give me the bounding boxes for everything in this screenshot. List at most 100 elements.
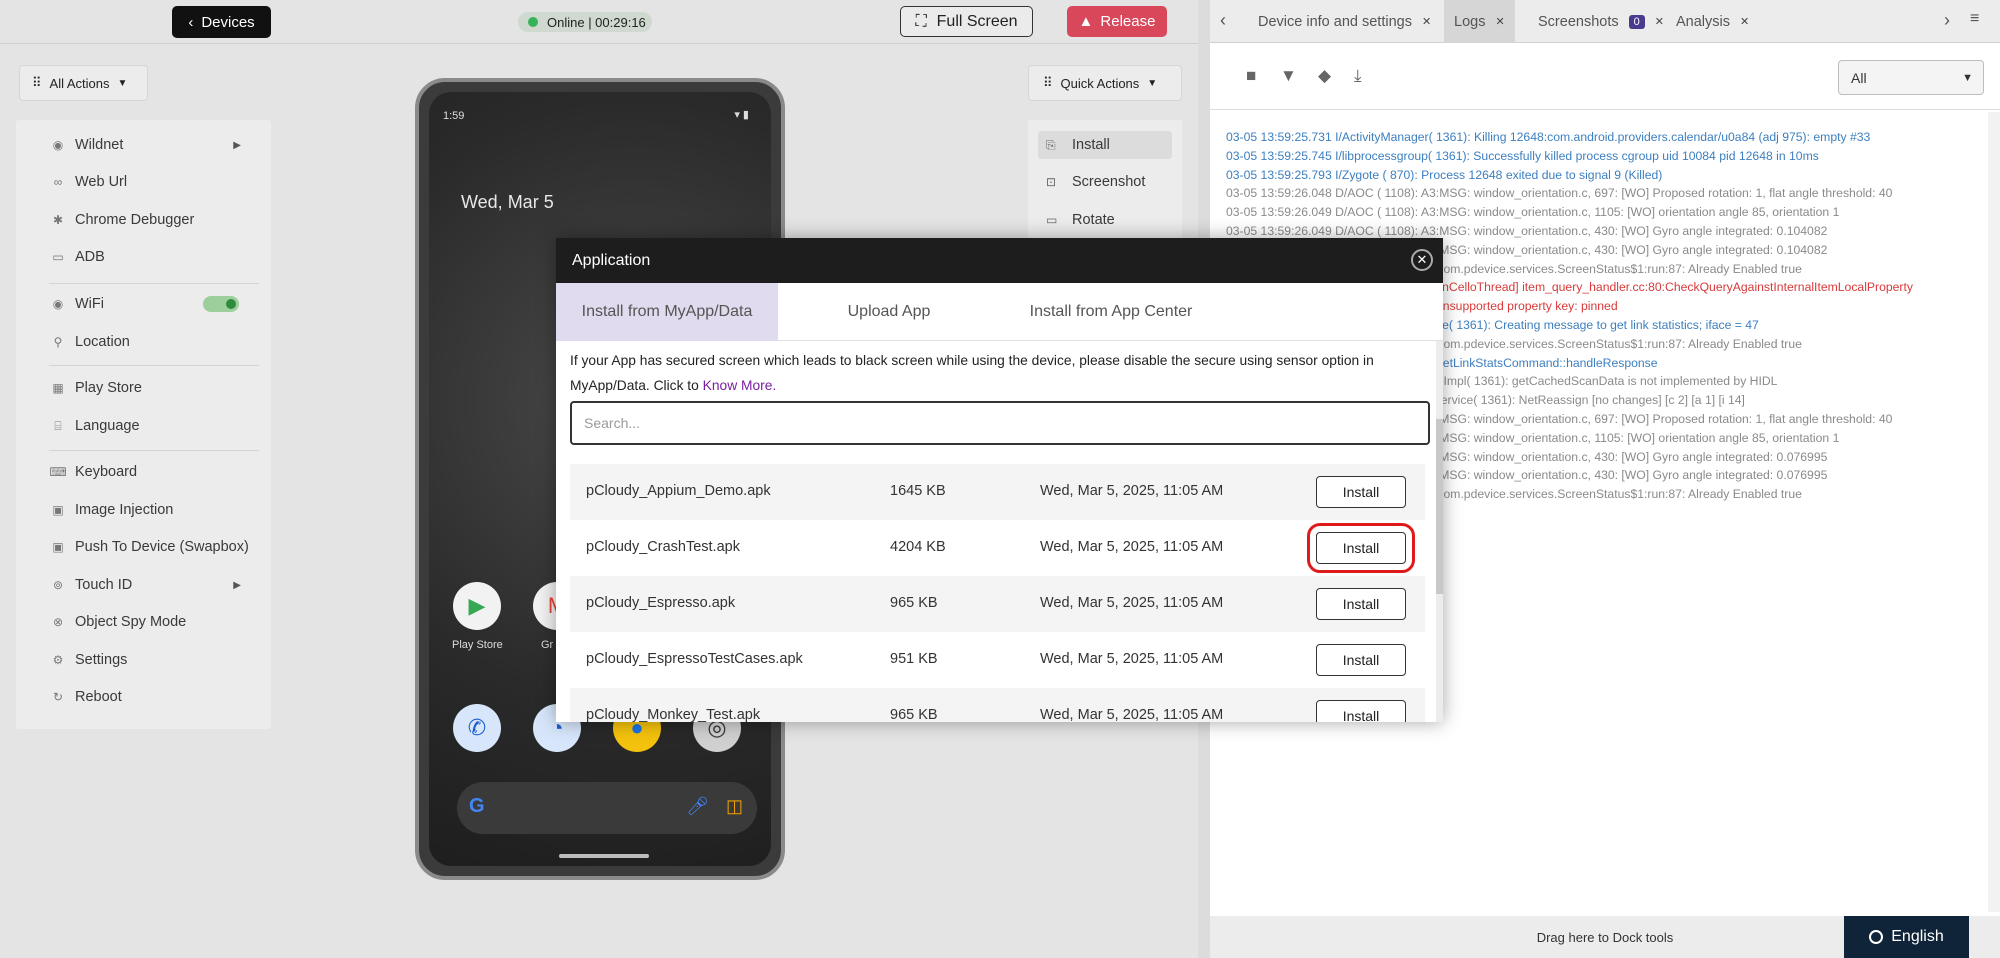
file-date: Wed, Mar 5, 2025, 11:05 AM	[1040, 483, 1224, 499]
clear-device-logs-icon[interactable]: ▼	[1280, 66, 1297, 86]
menu-icon[interactable]: ≡	[1970, 10, 1979, 28]
install-button[interactable]: Install	[1316, 700, 1406, 722]
file-size: 1645 KB	[890, 483, 946, 499]
quick-action-rotate[interactable]: ▭ Rotate	[1038, 206, 1172, 234]
quick-action-screenshot[interactable]: ⊡ Screenshot	[1038, 168, 1172, 196]
sidebar-item-web-url[interactable]: ∞ Web Url	[16, 168, 271, 196]
tab-device-info[interactable]: Device info and settings ✕	[1248, 0, 1441, 43]
sidebar-item-chrome-debugger[interactable]: ✱ Chrome Debugger	[16, 206, 271, 234]
actions-sidebar: ◉ Wildnet ▶ ∞ Web Url ✱ Chrome Debugger ▭ ADB…	[16, 120, 271, 729]
wifi-toggle[interactable]	[203, 296, 239, 312]
quick-actions-dropdown[interactable]: ⠿ Quick Actions ▼	[1028, 65, 1182, 101]
log-line: 03-05 13:59:26.049 D/AOC ( 1108): A3:MSG…	[1226, 205, 1840, 220]
sidebar-item-wifi[interactable]: ◉ WiFi	[16, 290, 271, 318]
app-label: Play Store	[452, 639, 503, 651]
sidebar-item-image-injection[interactable]: ▣ Image Injection	[16, 496, 271, 524]
close-icon[interactable]: ✕	[1740, 15, 1749, 28]
eraser-icon[interactable]: ◆	[1318, 66, 1331, 86]
phone-date: Wed, Mar 5	[461, 192, 554, 212]
close-icon[interactable]: ✕	[1655, 15, 1664, 28]
stop-icon[interactable]: ■	[1246, 66, 1256, 86]
modal-scrollbar[interactable]	[1436, 341, 1443, 722]
screenshot-icon: ⊡	[1046, 175, 1057, 189]
caret-down-icon: ▼	[117, 77, 128, 89]
google-search-bar[interactable]: G 🎤︎ ◫	[457, 782, 757, 834]
all-actions-dropdown[interactable]: ⠿ All Actions ▼	[19, 65, 148, 101]
fingerprint-icon: ⊚	[52, 578, 64, 592]
file-date: Wed, Mar 5, 2025, 11:05 AM	[1040, 651, 1224, 667]
sidebar-item-play-store[interactable]: ▦ Play Store	[16, 374, 271, 402]
sidebar-divider	[49, 450, 259, 451]
sidebar-item-wildnet[interactable]: ◉ Wildnet ▶	[16, 131, 271, 159]
download-icon[interactable]: ⤓	[1354, 66, 1362, 86]
tabs-scroll-left-icon[interactable]: ‹	[1220, 10, 1226, 31]
release-button[interactable]: ▲ Release	[1067, 6, 1167, 37]
language-circle-icon	[1869, 930, 1884, 944]
home-gesture-bar[interactable]	[559, 854, 649, 858]
sidebar-item-location[interactable]: ⚲ Location	[16, 328, 271, 356]
microphone-icon[interactable]: 🎤︎	[686, 796, 709, 817]
file-size: 951 KB	[890, 651, 938, 667]
sidebar-item-object-spy[interactable]: ⊗ Object Spy Mode	[16, 608, 271, 636]
google-icon: G	[469, 795, 485, 817]
language-button[interactable]: English	[1844, 916, 1969, 958]
full-screen-button[interactable]: ⛶ Full Screen	[900, 6, 1033, 37]
log-level-select[interactable]: All ▼	[1838, 60, 1984, 95]
file-date: Wed, Mar 5, 2025, 11:05 AM	[1040, 707, 1224, 722]
fullscreen-icon: ⛶	[915, 12, 927, 30]
chevron-down-icon: ▼	[1962, 71, 1973, 84]
tab-logs[interactable]: Logs ✕	[1444, 0, 1515, 43]
devices-button[interactable]: ‹ Devices	[172, 6, 271, 38]
sidebar-item-settings[interactable]: ⚙ Settings	[16, 646, 271, 674]
tab-install-from-app-center[interactable]: Install from App Center	[1000, 283, 1222, 341]
session-status-badge: Online | 00:29:16	[518, 12, 652, 32]
install-icon: ⎘	[1046, 137, 1056, 152]
app-search-input[interactable]	[570, 401, 1430, 445]
tab-screenshots[interactable]: Screenshots 0 ✕	[1528, 0, 1674, 43]
install-button[interactable]: Install	[1316, 476, 1406, 508]
file-name: pCloudy_Monkey_Test.apk	[586, 707, 761, 722]
online-dot-icon	[528, 17, 538, 27]
file-size: 965 KB	[890, 595, 938, 611]
reboot-icon: ↻	[52, 690, 64, 704]
tab-install-from-myapp[interactable]: Install from MyApp/Data	[556, 283, 778, 341]
grid-dots-icon: ⠿	[32, 75, 42, 90]
sidebar-item-touch-id[interactable]: ⊚ Touch ID ▶	[16, 571, 271, 599]
sidebar-item-adb[interactable]: ▭ ADB	[16, 243, 271, 271]
logs-toolbar: ■ ▼ ◆ ⤓ All ▼	[1210, 44, 2000, 110]
know-more-link[interactable]: Know More.	[703, 378, 777, 393]
tabs-scroll-right-icon[interactable]: ›	[1944, 10, 1950, 31]
quick-action-install[interactable]: ⎘ Install	[1038, 131, 1172, 159]
sidebar-item-language[interactable]: ⌸ Language	[16, 412, 271, 440]
sidebar-divider	[49, 283, 259, 284]
battery-wifi-icon: ▾ ▮	[734, 109, 749, 121]
file-date: Wed, Mar 5, 2025, 11:05 AM	[1040, 595, 1224, 611]
application-modal: Application ✕ Install from MyApp/Data Up…	[556, 238, 1443, 722]
close-icon[interactable]: ✕	[1422, 15, 1431, 28]
table-row: pCloudy_EspressoTestCases.apk 951 KB Wed…	[570, 632, 1425, 688]
install-button[interactable]: Install	[1316, 588, 1406, 620]
table-row: pCloudy_Appium_Demo.apk 1645 KB Wed, Mar…	[570, 464, 1425, 520]
grid-icon: ▦	[52, 381, 64, 395]
play-store-icon[interactable]: ▶	[453, 582, 501, 630]
file-name: pCloudy_EspressoTestCases.apk	[586, 651, 803, 667]
sidebar-divider	[49, 365, 259, 366]
table-row: pCloudy_Monkey_Test.apk 965 KB Wed, Mar …	[570, 688, 1425, 722]
tab-analysis[interactable]: Analysis ✕	[1666, 0, 1759, 43]
lens-icon[interactable]: ◫	[726, 796, 743, 817]
log-line: 03-05 13:59:25.745 I/libprocessgroup( 13…	[1226, 148, 1819, 163]
tab-upload-app[interactable]: Upload App	[778, 283, 1000, 341]
install-button-highlighted[interactable]: Install	[1307, 523, 1415, 573]
push-icon: ▣	[52, 540, 64, 554]
sidebar-item-keyboard[interactable]: ⌨ Keyboard	[16, 458, 271, 486]
sidebar-item-reboot[interactable]: ↻ Reboot	[16, 683, 271, 711]
secure-screen-notice: If your App has secured screen which lea…	[570, 353, 1374, 393]
close-icon[interactable]: ✕	[1495, 15, 1504, 28]
install-button[interactable]: Install	[1316, 644, 1406, 676]
close-icon[interactable]: ✕	[1411, 249, 1433, 271]
sidebar-item-push-to-device[interactable]: ▣ Push To Device (Swapbox)	[16, 533, 271, 561]
log-scrollbar[interactable]	[1988, 112, 2000, 912]
phone-icon[interactable]: ✆	[453, 704, 501, 752]
file-name: pCloudy_Espresso.apk	[586, 595, 736, 611]
app-file-list: pCloudy_Appium_Demo.apk 1645 KB Wed, Mar…	[570, 464, 1425, 722]
